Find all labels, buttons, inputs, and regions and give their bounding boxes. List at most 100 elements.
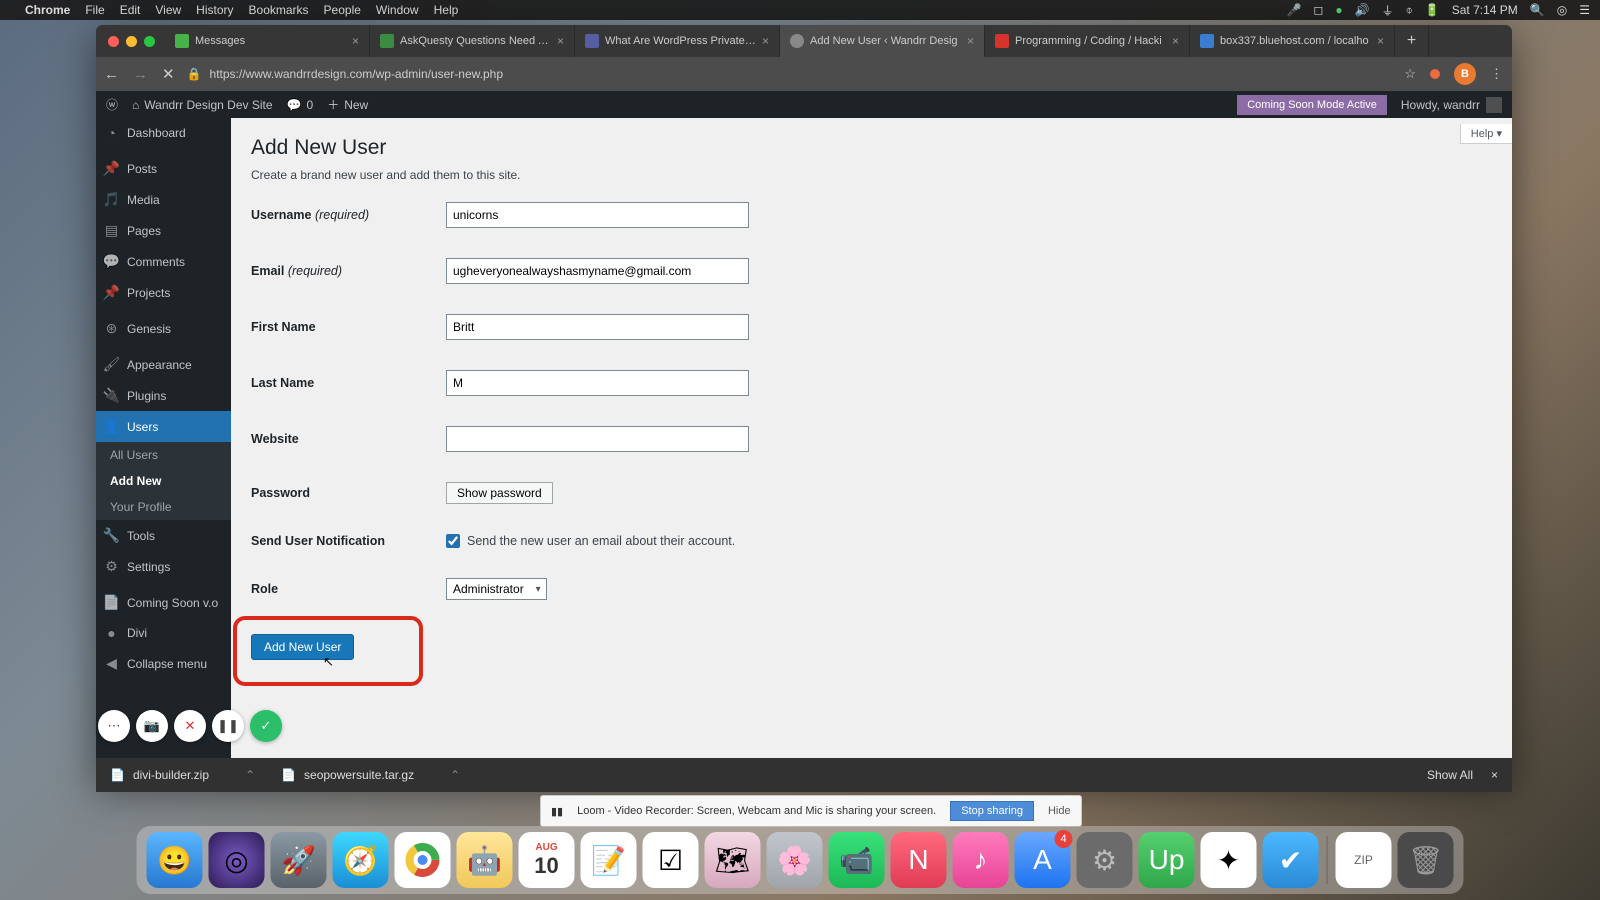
close-window-icon[interactable] [108, 36, 119, 47]
spotlight-icon[interactable]: 🔍 [1530, 3, 1545, 17]
dock-appstore-icon[interactable]: A4 [1015, 832, 1071, 888]
sidebar-item-media[interactable]: 🎵Media [96, 184, 231, 215]
dock-things-icon[interactable]: ✔ [1263, 832, 1319, 888]
wp-new-link[interactable]: ＋New [327, 96, 368, 113]
mac-menu-view[interactable]: View [155, 3, 181, 17]
share-pause-icon[interactable]: ▮▮ [551, 805, 563, 818]
volume-icon[interactable]: 🔊 [1355, 3, 1370, 17]
mac-menu-edit[interactable]: Edit [120, 3, 141, 17]
show-password-button[interactable]: Show password [446, 482, 553, 504]
back-icon[interactable]: ← [104, 66, 119, 83]
notify-checkbox[interactable] [446, 534, 460, 548]
mac-menu-people[interactable]: People [324, 3, 361, 17]
chrome-menu-icon[interactable]: ⋮ [1490, 66, 1504, 82]
dock-finder-icon[interactable]: 😀 [147, 832, 203, 888]
wp-comments-link[interactable]: 💬0 [287, 98, 314, 112]
forward-icon[interactable]: → [133, 66, 148, 83]
dock-launchpad-icon[interactable]: 🚀 [271, 832, 327, 888]
sidebar-item-tools[interactable]: 🔧Tools [96, 520, 231, 551]
sidebar-item-pages[interactable]: ▤Pages [96, 215, 231, 246]
siri-icon[interactable]: ◎ [1557, 3, 1567, 17]
close-icon[interactable]: × [352, 34, 359, 48]
chevron-up-icon[interactable]: ⌃ [245, 768, 255, 782]
chevron-up-icon[interactable]: ⌃ [450, 768, 460, 782]
sidebar-item-dashboard[interactable]: ◔Dashboard [96, 118, 231, 148]
website-input[interactable] [446, 426, 749, 452]
coming-soon-badge[interactable]: Coming Soon Mode Active [1237, 95, 1387, 115]
battery-icon[interactable]: 🔋 [1425, 3, 1440, 17]
new-tab-button[interactable]: + [1395, 25, 1429, 57]
tab-askquesty[interactable]: AskQuesty Questions Need An× [370, 25, 575, 57]
loom-camera-button[interactable]: 📷 [136, 710, 168, 742]
sidebar-item-collapse[interactable]: ◀Collapse menu [96, 648, 231, 679]
wifi-icon[interactable]: ⏚ [1382, 2, 1394, 19]
add-new-user-button[interactable]: Add New User [251, 634, 354, 660]
download-item[interactable]: 📄seopowersuite.tar.gz⌃ [281, 768, 460, 782]
sidebar-item-appearance[interactable]: 🖌Appearance [96, 349, 231, 380]
mac-menu-bookmarks[interactable]: Bookmarks [249, 3, 309, 17]
mac-active-app[interactable]: Chrome [25, 3, 70, 17]
dock-safari-icon[interactable]: 🧭 [333, 832, 389, 888]
mac-menu-history[interactable]: History [196, 3, 233, 17]
dock-notes-icon[interactable]: 📝 [581, 832, 637, 888]
sidebar-item-users[interactable]: 👤Users [96, 411, 231, 442]
dock-downloads-folder-icon[interactable]: ZIP [1336, 832, 1392, 888]
username-input[interactable] [446, 202, 749, 228]
url-field[interactable]: 🔒 https://www.wandrrdesign.com/wp-admin/… [187, 67, 1393, 81]
dock-photos-icon[interactable]: 🌸 [767, 832, 823, 888]
mac-clock[interactable]: Sat 7:14 PM [1452, 3, 1518, 17]
dock-reminders-icon[interactable]: ☑︎ [643, 832, 699, 888]
close-icon[interactable]: × [762, 34, 769, 48]
sidebar-item-genesis[interactable]: ⊛Genesis [96, 313, 231, 344]
tab-add-new-user[interactable]: Add New User ‹ Wandrr Desig× [780, 25, 985, 57]
status-dot-icon[interactable]: ● [1335, 3, 1342, 17]
dock-facetime-icon[interactable]: 📹 [829, 832, 885, 888]
loom-done-button[interactable]: ✓ [250, 710, 282, 742]
last-name-input[interactable] [446, 370, 749, 396]
dock-upwork-icon[interactable]: Up [1139, 832, 1195, 888]
sidebar-item-settings[interactable]: ⚙Settings [96, 551, 231, 582]
tab-messages[interactable]: Messages× [165, 25, 370, 57]
profile-indicator-icon[interactable] [1430, 69, 1440, 79]
wp-howdy[interactable]: Howdy, wandrr [1401, 97, 1502, 113]
email-input[interactable] [446, 258, 749, 284]
mac-menu-file[interactable]: File [85, 3, 104, 17]
submenu-add-new[interactable]: Add New [96, 468, 231, 494]
close-shelf-icon[interactable]: × [1491, 768, 1498, 782]
loom-more-button[interactable]: ⋯ [98, 710, 130, 742]
sidebar-item-coming-soon[interactable]: 📄Coming Soon v.o [96, 587, 231, 618]
tab-youtube[interactable]: Programming / Coding / Hacki× [985, 25, 1190, 57]
close-icon[interactable]: × [1172, 34, 1179, 48]
dock-calendar-icon[interactable]: AUG10 [519, 832, 575, 888]
tab-wordpress-private[interactable]: What Are WordPress Private Pa× [575, 25, 780, 57]
status-square-icon[interactable]: ◻︎ [1313, 3, 1323, 17]
dock-trash-icon[interactable]: 🗑 [1398, 832, 1454, 888]
wp-site-link[interactable]: ⌂Wandrr Design Dev Site [132, 98, 273, 112]
hide-share-button[interactable]: Hide [1048, 805, 1071, 817]
star-icon[interactable]: ☆ [1404, 66, 1416, 82]
sidebar-item-divi[interactable]: ●Divi [96, 618, 231, 648]
dock-preferences-icon[interactable]: ⚙ [1077, 832, 1133, 888]
close-icon[interactable]: × [967, 34, 974, 48]
close-icon[interactable]: × [557, 34, 564, 48]
wp-logo-icon[interactable]: ⓦ [106, 96, 118, 113]
stop-loading-icon[interactable]: ✕ [162, 65, 175, 83]
loom-pause-button[interactable]: ❚❚ [212, 710, 244, 742]
sidebar-item-comments[interactable]: 💬Comments [96, 246, 231, 277]
minimize-window-icon[interactable] [126, 36, 137, 47]
dock-siri-icon[interactable]: ◎ [209, 832, 265, 888]
tab-bluehost[interactable]: box337.bluehost.com / localho× [1190, 25, 1395, 57]
dock-music-icon[interactable]: ♪ [953, 832, 1009, 888]
dock-slack-icon[interactable]: ✦ [1201, 832, 1257, 888]
bluetooth-icon[interactable]: ⌽ [1406, 3, 1413, 18]
dock-news-icon[interactable]: N [891, 832, 947, 888]
mac-menu-window[interactable]: Window [376, 3, 419, 17]
first-name-input[interactable] [446, 314, 749, 340]
loom-cancel-button[interactable]: ✕ [174, 710, 206, 742]
mic-icon[interactable]: 🎤 [1286, 3, 1301, 17]
submenu-your-profile[interactable]: Your Profile [96, 494, 231, 520]
close-icon[interactable]: × [1377, 34, 1384, 48]
sidebar-item-posts[interactable]: 📌Posts [96, 153, 231, 184]
mac-menu-help[interactable]: Help [434, 3, 459, 17]
dock-maps-icon[interactable]: 🗺 [705, 832, 761, 888]
